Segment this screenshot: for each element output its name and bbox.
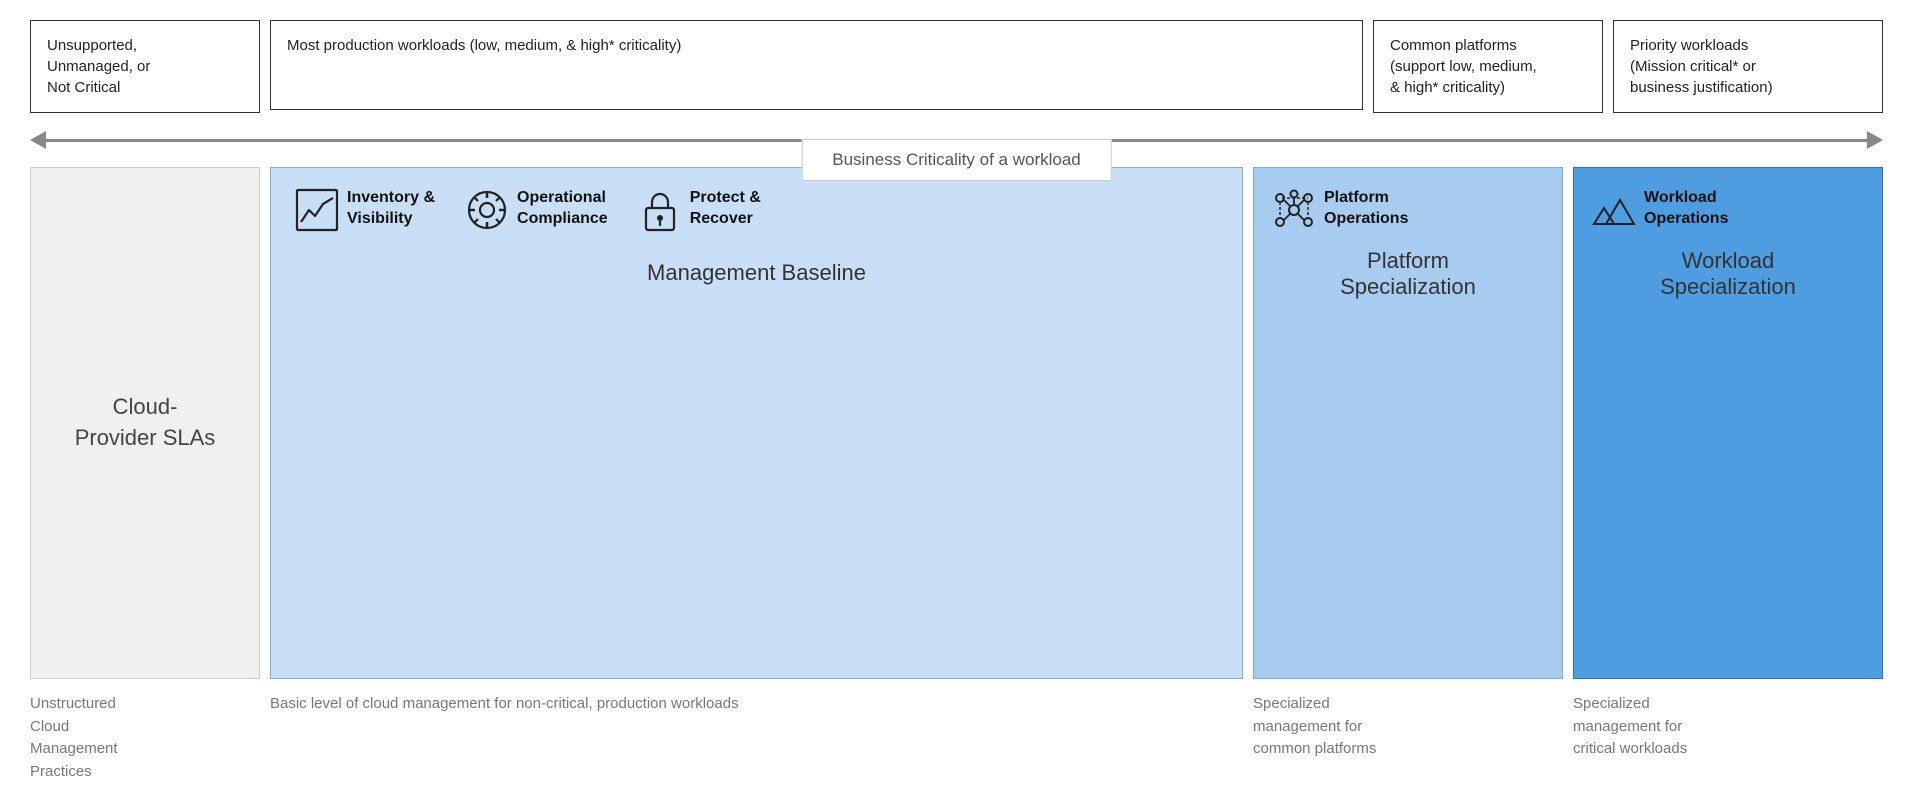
gear-icon: [465, 188, 509, 232]
chart-icon: [295, 188, 339, 232]
sla-title: Cloud- Provider SLAs: [75, 392, 216, 454]
bottom-col-4-text: Specialized management for critical work…: [1573, 695, 1687, 757]
workload-icon-label: WorkloadOperations: [1644, 188, 1728, 230]
col-baseline: Inventory &Visibility: [270, 167, 1243, 679]
baseline-icons-row: Inventory &Visibility: [295, 188, 1218, 232]
platform-icon-row: PlatformOperations: [1272, 188, 1544, 232]
top-box-col3-text: Common platforms (support low, medium, &…: [1390, 37, 1537, 96]
network-icon: [1272, 188, 1316, 232]
bottom-col-3: Specialized management for common platfo…: [1253, 693, 1563, 783]
top-box-col4: Priority workloads (Mission critical* or…: [1613, 20, 1883, 113]
platform-icon-label: PlatformOperations: [1324, 188, 1408, 230]
bottom-row: Unstructured Cloud Management Practices …: [30, 693, 1883, 783]
arrow-row: Business Criticality of a workload: [30, 131, 1883, 149]
content-and-bottom: Cloud- Provider SLAs Inventory &Visibili…: [30, 167, 1883, 783]
arrow-left-icon: [30, 131, 46, 149]
bottom-col-4: Specialized management for critical work…: [1573, 693, 1883, 783]
top-box-col2-text: Most production workloads (low, medium, …: [287, 37, 681, 54]
top-box-col2: Most production workloads (low, medium, …: [270, 20, 1363, 110]
platform-spec-title: Platform Specialization: [1272, 248, 1544, 300]
operational-compliance-item: OperationalCompliance: [465, 188, 608, 232]
mountains-icon: [1592, 188, 1636, 232]
arrow-line: Business Criticality of a workload: [46, 139, 1867, 142]
arrow-label-text: Business Criticality of a workload: [832, 150, 1080, 169]
content-row: Cloud- Provider SLAs Inventory &Visibili…: [30, 167, 1883, 679]
bottom-col-1: Unstructured Cloud Management Practices: [30, 693, 260, 783]
inventory-visibility-item: Inventory &Visibility: [295, 188, 435, 232]
bottom-col-2: Basic level of cloud management for non-…: [270, 693, 1243, 783]
top-box-col1-text: Unsupported, Unmanaged, or Not Critical: [47, 37, 150, 96]
col-platform: PlatformOperations Platform Specializati…: [1253, 167, 1563, 679]
protect-recover-item: Protect &Recover: [638, 188, 761, 232]
baseline-title: Management Baseline: [295, 260, 1218, 286]
operational-compliance-label: OperationalCompliance: [517, 188, 608, 230]
inventory-visibility-label: Inventory &Visibility: [347, 188, 435, 230]
top-box-col4-text: Priority workloads (Mission critical* or…: [1630, 37, 1773, 96]
main-container: Unsupported, Unmanaged, or Not Critical …: [0, 0, 1913, 803]
workload-icon-row: WorkloadOperations: [1592, 188, 1864, 232]
top-boxes-row: Unsupported, Unmanaged, or Not Critical …: [30, 20, 1883, 113]
top-box-col1: Unsupported, Unmanaged, or Not Critical: [30, 20, 260, 113]
bottom-col-1-text: Unstructured Cloud Management Practices: [30, 695, 118, 780]
bottom-col-2-text: Basic level of cloud management for non-…: [270, 695, 739, 712]
bottom-col-3-text: Specialized management for common platfo…: [1253, 695, 1376, 757]
arrow-label-box: Business Criticality of a workload: [801, 139, 1111, 181]
protect-recover-label: Protect &Recover: [690, 188, 761, 230]
arrow-right-icon: [1867, 131, 1883, 149]
lock-icon: [638, 188, 682, 232]
col-workload: WorkloadOperations Workload Specializati…: [1573, 167, 1883, 679]
workload-spec-title: Workload Specialization: [1592, 248, 1864, 300]
top-box-col3: Common platforms (support low, medium, &…: [1373, 20, 1603, 113]
col-sla: Cloud- Provider SLAs: [30, 167, 260, 679]
